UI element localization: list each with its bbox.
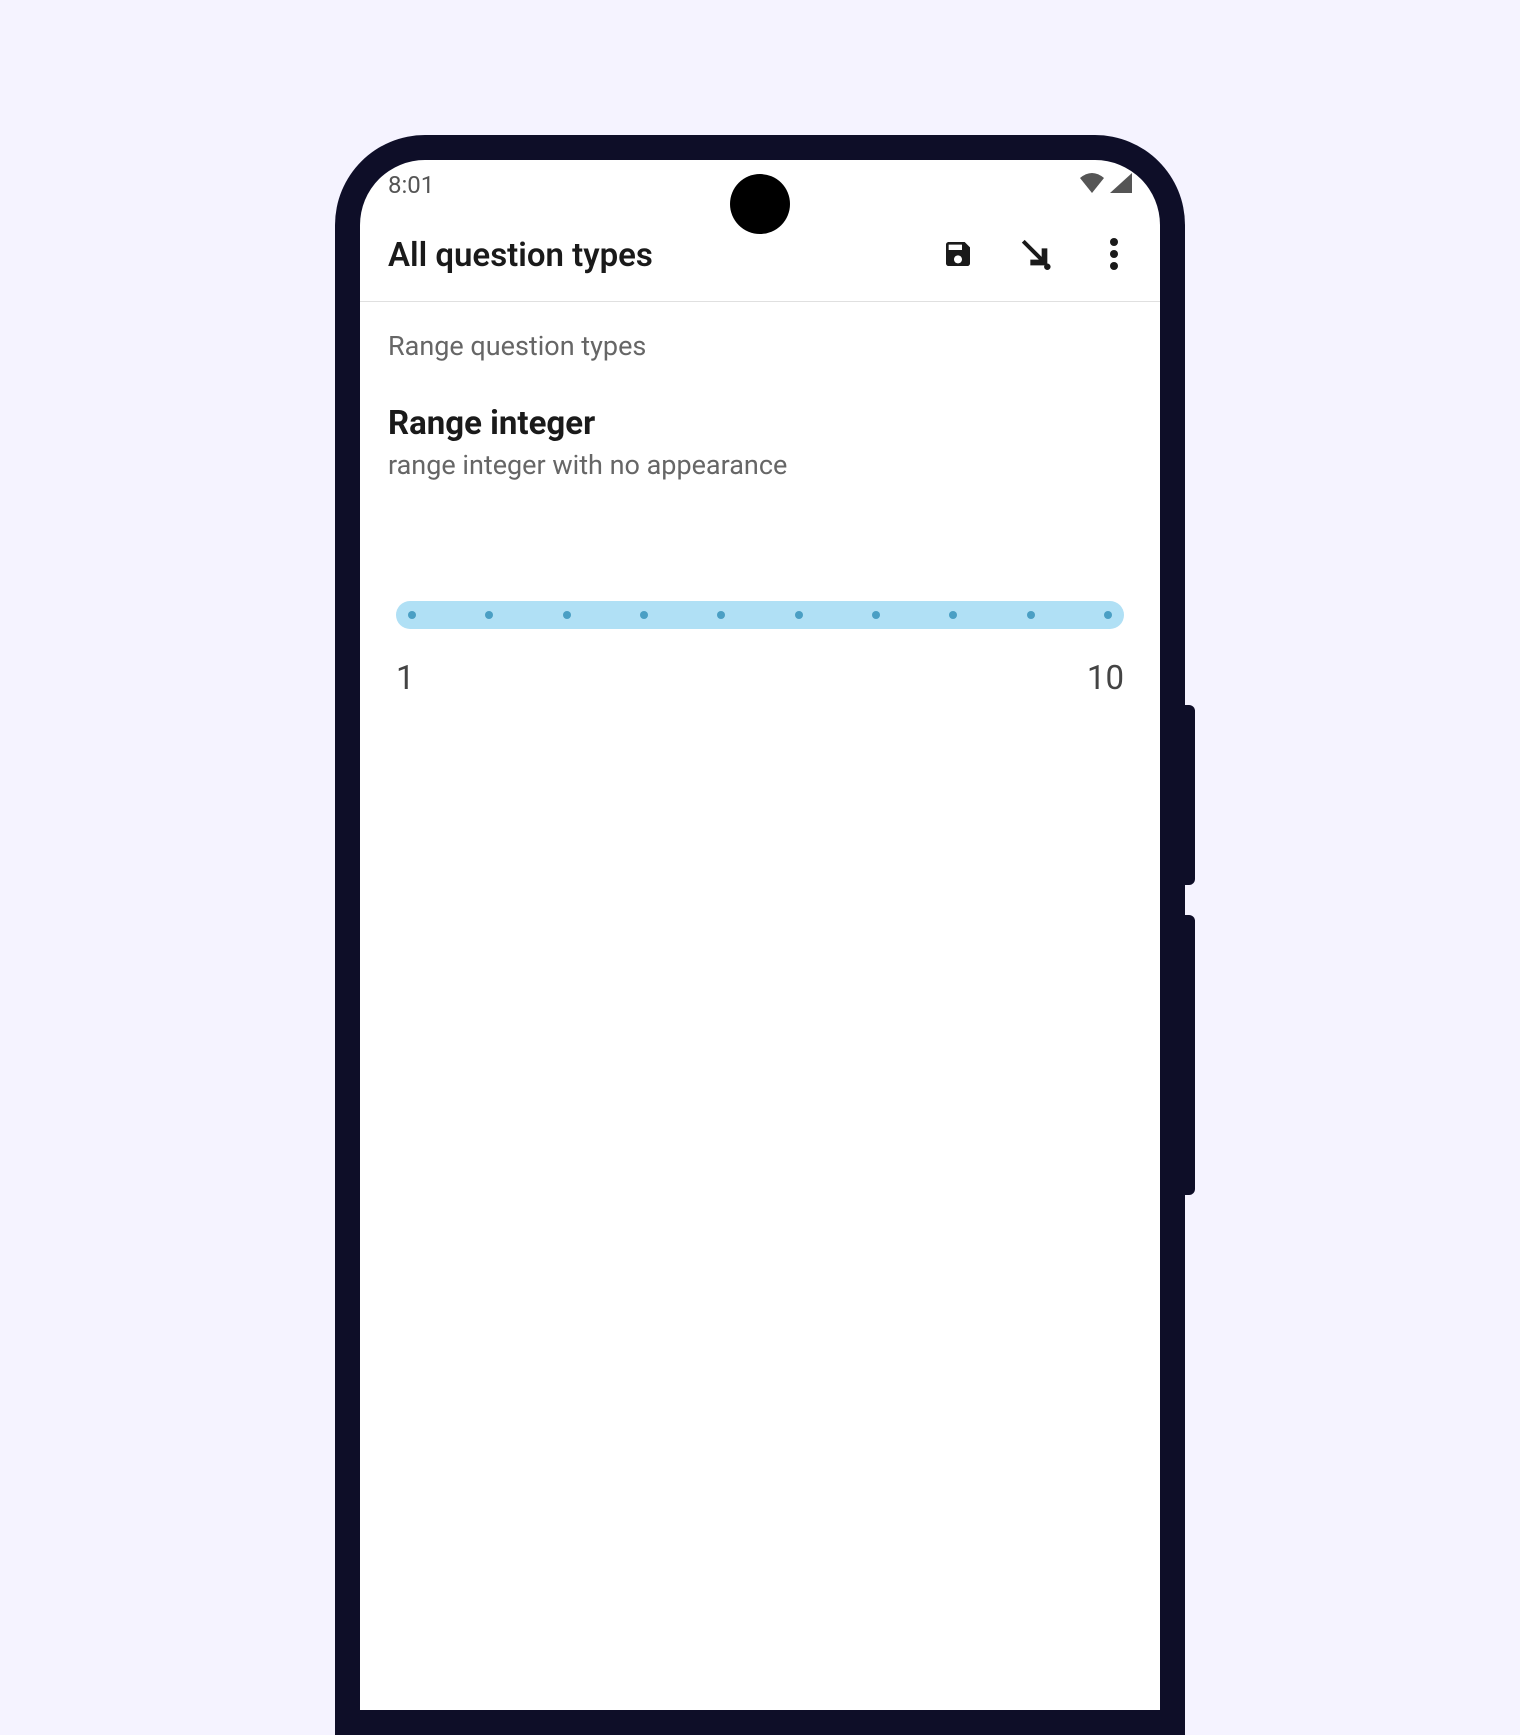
slider-labels: 1 10 [396,659,1124,698]
side-button-volume [1185,705,1195,885]
slider-tick [795,611,803,619]
arrow-down-right-icon [1019,237,1053,275]
group-label: Range question types [388,330,1132,362]
slider-min-label: 1 [396,659,415,698]
jump-button[interactable] [1018,238,1054,274]
slider-tick [563,611,571,619]
slider-tick [1027,611,1035,619]
status-icons [1080,171,1132,199]
more-button[interactable] [1096,238,1132,274]
more-vert-icon [1110,238,1118,274]
save-button[interactable] [940,238,976,274]
question-title: Range integer [388,404,1132,443]
slider-max-label: 10 [1087,659,1124,698]
phone-frame: 8:01 All question types [335,135,1185,1735]
slider-tick [640,611,648,619]
question-hint: range integer with no appearance [388,449,1132,481]
app-bar-actions [940,238,1132,274]
range-slider[interactable] [396,601,1124,629]
phone-screen: 8:01 All question types [360,160,1160,1710]
camera-notch [730,174,790,234]
slider-container: 1 10 [388,601,1132,698]
slider-tick [872,611,880,619]
slider-tick [949,611,957,619]
slider-tick [485,611,493,619]
side-button-power [1185,915,1195,1195]
phone-mockup: 8:01 All question types [335,135,1185,1735]
app-bar-title: All question types [388,236,653,275]
slider-tick [1104,611,1112,619]
signal-icon [1110,171,1132,199]
slider-tick [717,611,725,619]
slider-tick [408,611,416,619]
status-time: 8:01 [388,171,434,199]
content-area: Range question types Range integer range… [360,302,1160,726]
wifi-icon [1080,171,1104,199]
save-icon [942,238,974,274]
